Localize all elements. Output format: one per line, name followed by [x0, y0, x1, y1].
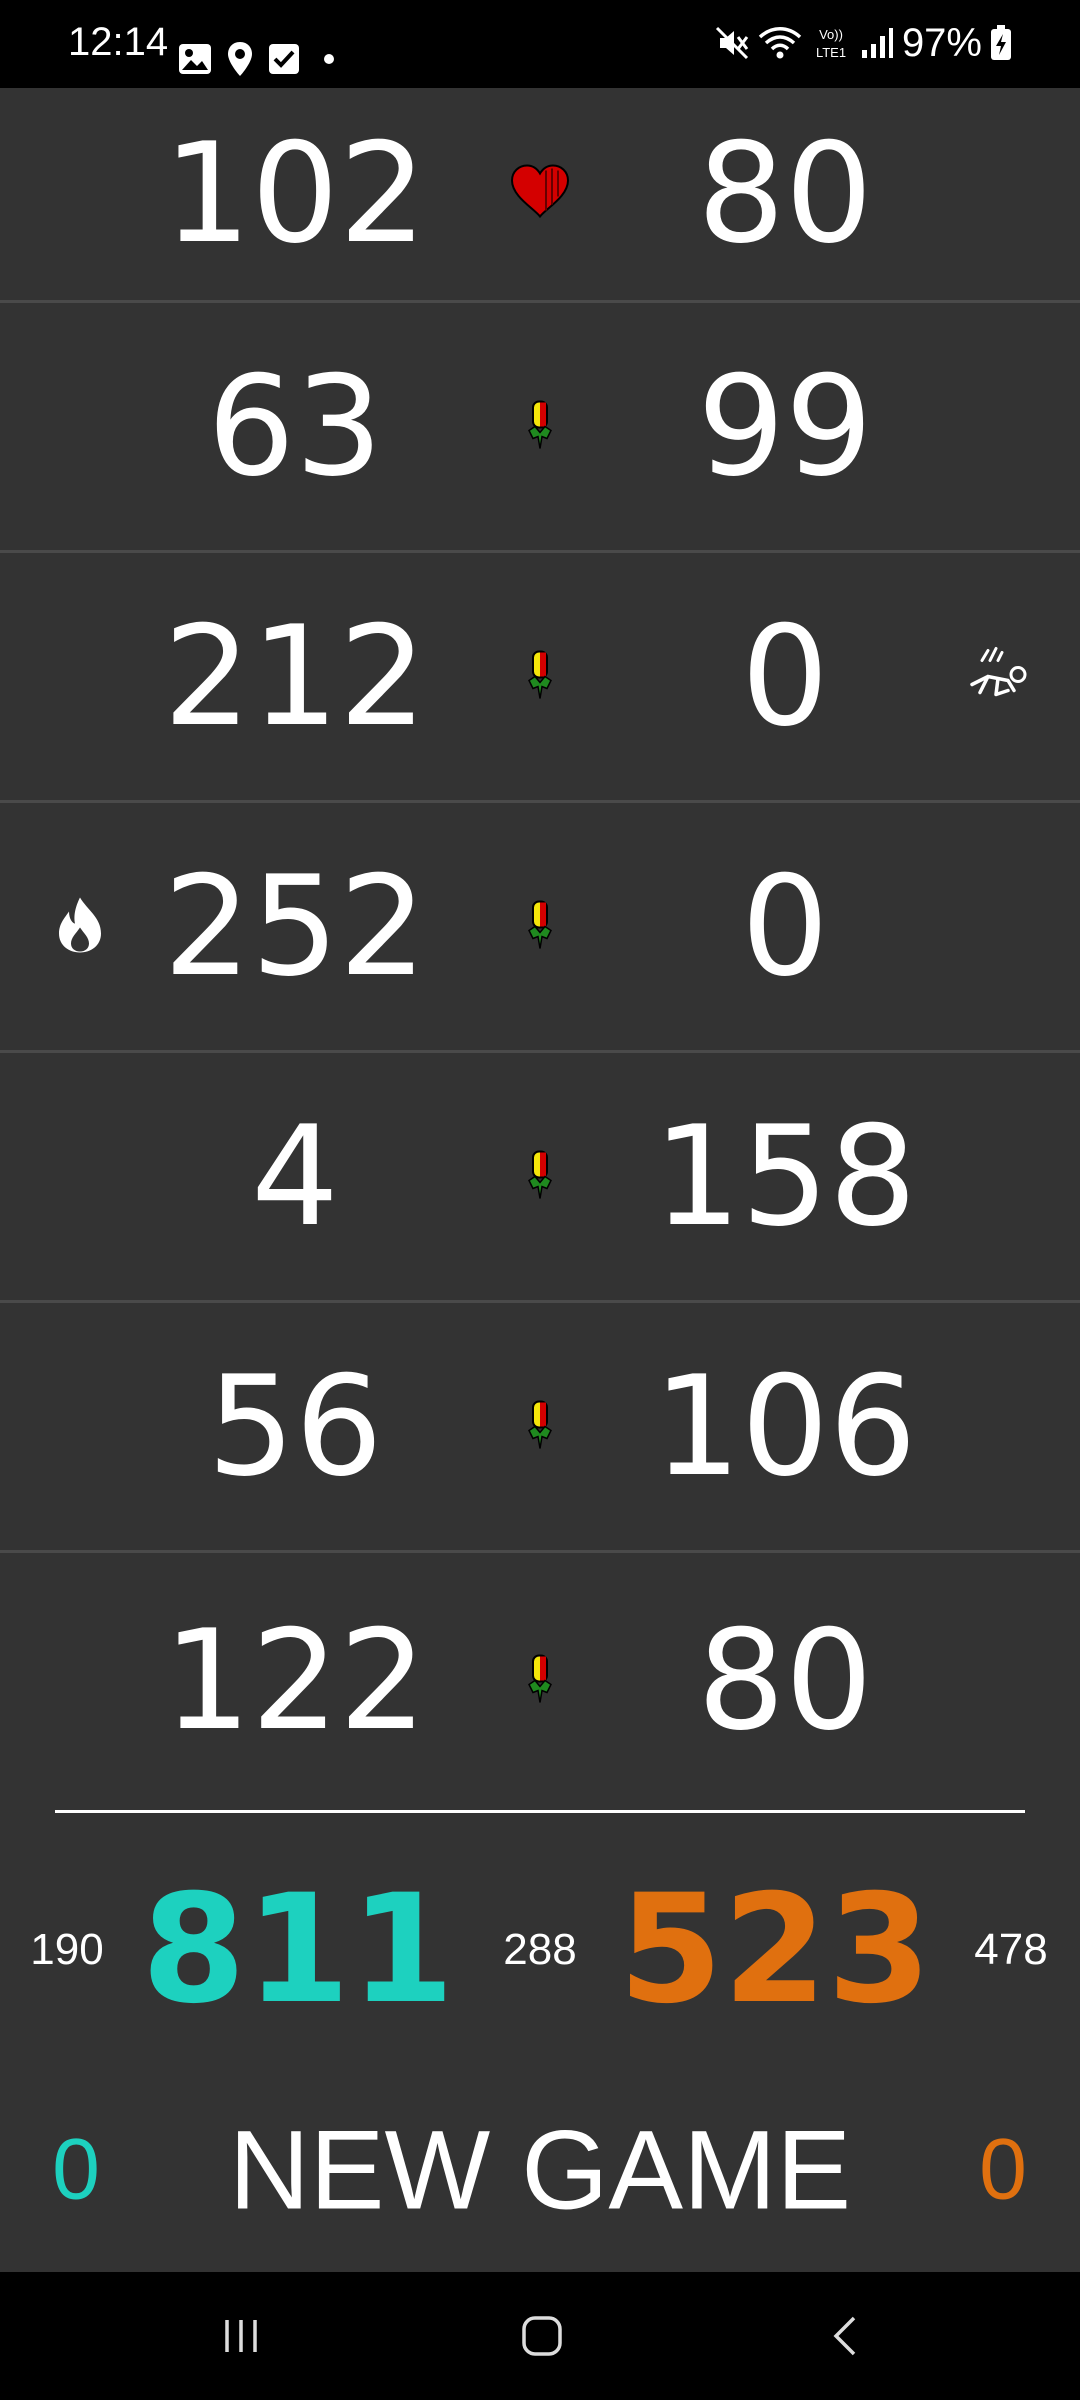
totals-divider [55, 1810, 1025, 1813]
fallen-player-icon [968, 646, 1032, 707]
round-row[interactable]: 212 0 [0, 553, 1080, 803]
round-row[interactable]: 56 106 [0, 1303, 1080, 1553]
left-score: 4 [251, 1095, 339, 1257]
left-score: 212 [163, 595, 427, 757]
right-team-total: 523 [618, 1863, 932, 2037]
round-row[interactable]: 252 0 [0, 803, 1080, 1053]
status-bar: 12:14 Vo)) LTE1 97% [0, 0, 1080, 88]
right-team-wins: 0 [979, 2121, 1027, 2218]
battery-percentage: 97% [901, 20, 982, 65]
svg-text:Vo)): Vo)) [819, 27, 843, 42]
wifi-icon [758, 25, 802, 61]
pepper-icon [525, 1148, 555, 1205]
pepper-icon [525, 398, 555, 455]
right-score: 80 [697, 113, 873, 274]
left-score: 56 [207, 1345, 383, 1507]
pepper-icon [525, 1652, 555, 1709]
status-icons-right: Vo)) LTE1 97% [714, 18, 1012, 68]
gallery-icon [178, 43, 212, 75]
totals-row: 190 811 288 523 478 [0, 1830, 1080, 2070]
left-team-total: 811 [141, 1863, 455, 2037]
dot-icon [314, 53, 344, 65]
footer: 0 NEW GAME 0 [0, 2070, 1080, 2270]
pepper-icon [525, 1398, 555, 1455]
volte-icon: Vo)) LTE1 [810, 25, 852, 61]
signal-icon [860, 26, 894, 60]
recent-apps-icon[interactable] [196, 2291, 286, 2381]
mute-icon [714, 25, 750, 61]
left-small-total: 190 [30, 1925, 104, 1974]
pepper-icon [525, 648, 555, 705]
new-game-button[interactable]: NEW GAME [229, 2106, 851, 2235]
right-score: 99 [697, 345, 873, 507]
svg-text:LTE1: LTE1 [816, 45, 846, 60]
round-row[interactable]: 4 158 [0, 1053, 1080, 1303]
flame-icon [57, 895, 103, 958]
round-row[interactable]: 122 80 [0, 1553, 1080, 1808]
status-time: 12:14 [68, 20, 169, 64]
rounds-list: 102 80 63 99 212 0 252 0 4 158 56 106 12… [0, 88, 1080, 1808]
right-score: 0 [741, 595, 829, 757]
right-score: 0 [741, 845, 829, 1007]
right-score: 158 [653, 1095, 917, 1257]
checkbox-icon [268, 43, 300, 75]
right-score: 106 [653, 1345, 917, 1507]
battery-charging-icon [990, 25, 1012, 61]
heart-icon [510, 164, 570, 224]
status-icons-left [178, 38, 344, 80]
left-score: 102 [163, 113, 427, 274]
left-score: 122 [163, 1599, 427, 1761]
left-team-wins: 0 [52, 2121, 100, 2218]
home-icon[interactable] [497, 2291, 587, 2381]
middle-small-total: 288 [503, 1925, 577, 1974]
pepper-icon [525, 898, 555, 955]
location-icon [226, 41, 254, 77]
round-row[interactable]: 102 80 [0, 88, 1080, 303]
navigation-bar [0, 2272, 1080, 2400]
left-score: 63 [207, 345, 383, 507]
round-row[interactable]: 63 99 [0, 303, 1080, 553]
back-icon[interactable] [800, 2291, 890, 2381]
right-score: 80 [697, 1599, 873, 1761]
left-score: 252 [163, 845, 427, 1007]
right-small-total: 478 [974, 1925, 1048, 1974]
